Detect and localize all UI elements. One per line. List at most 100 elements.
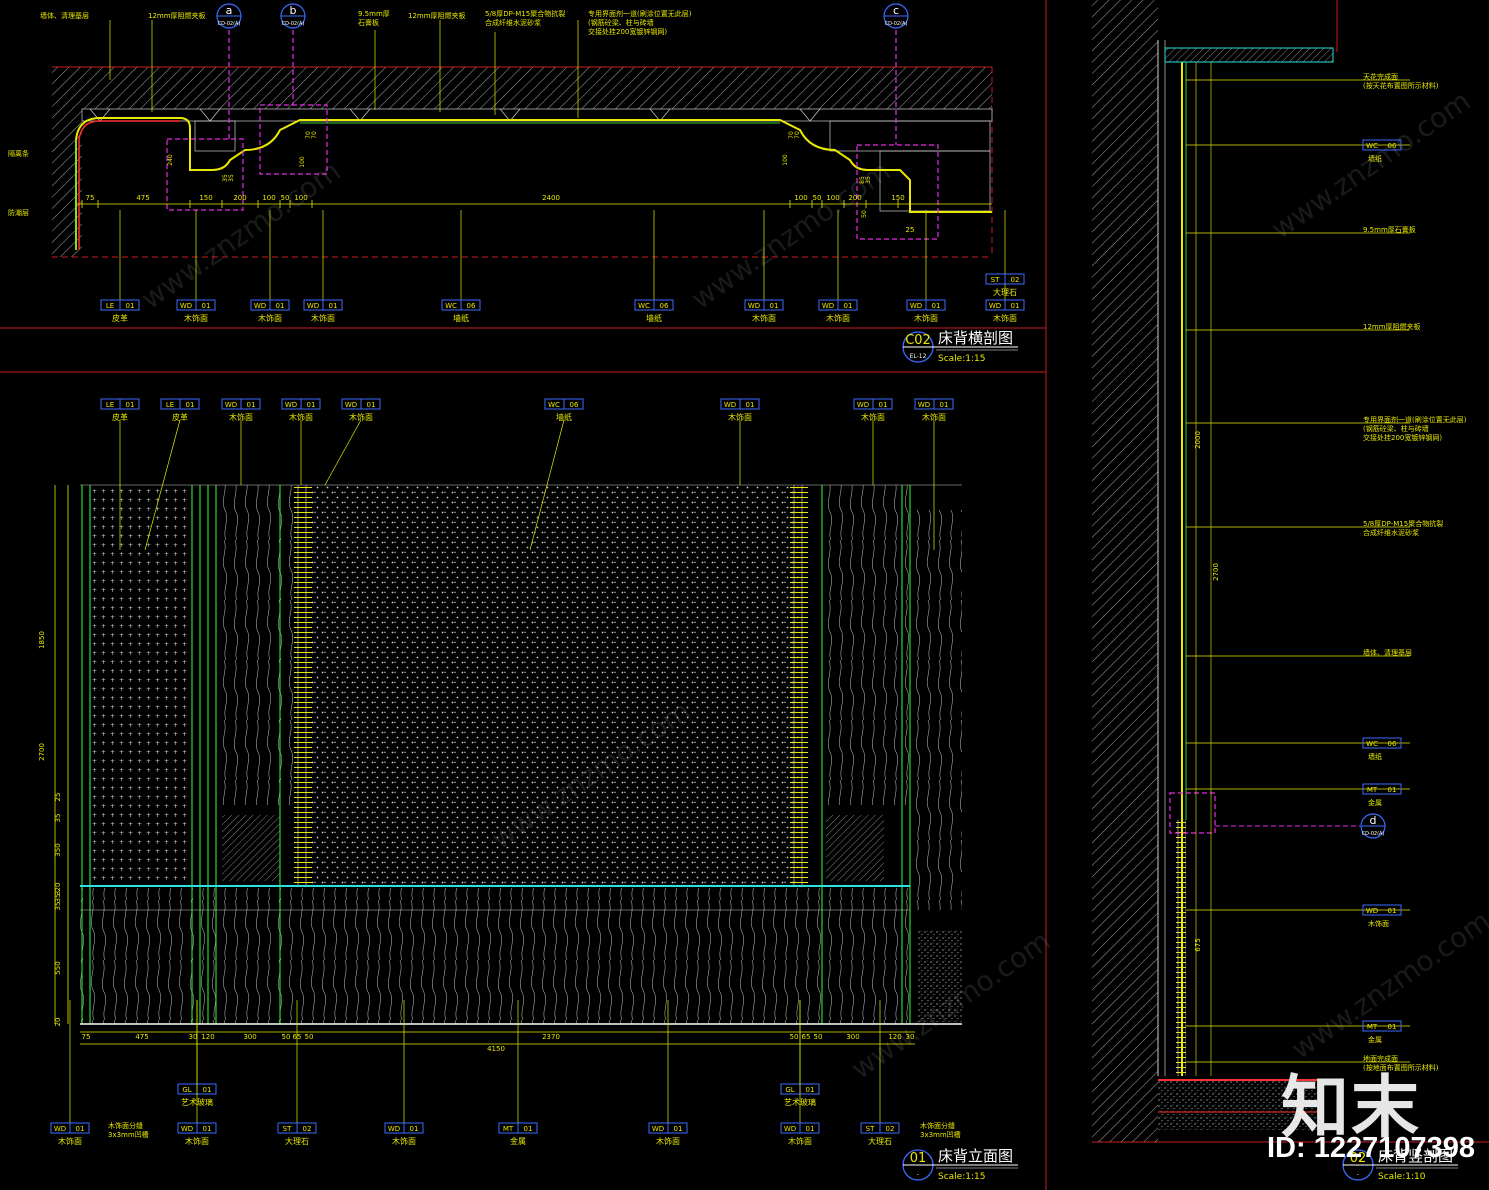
elev-bottom-tag-code: WD xyxy=(388,1125,400,1133)
elevation-title-scale: Scale:1:15 xyxy=(938,1172,985,1182)
plan-tag-num: 01 xyxy=(276,302,285,310)
plan-top-note: 交接处挂200宽镀锌钢网) xyxy=(588,27,667,36)
plan-tag-label: 墙纸 xyxy=(646,313,662,323)
plan-tag-code: LE xyxy=(106,302,114,310)
elev-vert-dim: 35 xyxy=(54,814,62,823)
section-note-code: WD xyxy=(1366,907,1378,915)
elev-top-tag-num: 01 xyxy=(879,401,888,409)
plan-section xyxy=(52,30,993,258)
elev-bottom-tag-label: 大理石 xyxy=(285,1136,309,1146)
plan-tag-code: WD xyxy=(989,302,1001,310)
elev-top-tag-code: WD xyxy=(225,401,237,409)
elev-groove-note: 3x3mm凹槽 xyxy=(108,1130,149,1139)
plan-tag-code: WD xyxy=(307,302,319,310)
headboard-lower xyxy=(80,888,910,1024)
plan-tag-code: WD xyxy=(910,302,922,310)
elev-bottom-tag-label: 木饰面 xyxy=(392,1136,416,1146)
section-note-label: 9.5mm厚石膏板 xyxy=(1363,225,1416,234)
plan-small-dim: 100 xyxy=(782,154,789,166)
section-note-label: 金属 xyxy=(1368,798,1382,807)
plan-top-note: 9.5mm厚 xyxy=(358,10,390,18)
section-note-num: 01 xyxy=(1388,786,1397,794)
plan-tag-num: 02 xyxy=(1011,276,1020,284)
wallpaper-panel xyxy=(312,485,802,885)
elev-bottom-tag-code: ST xyxy=(283,1125,292,1133)
elev-top-tag-code: WC xyxy=(548,401,560,409)
plan-tag-num: 01 xyxy=(932,302,941,310)
plan-dim-text: 2400 xyxy=(542,194,560,202)
plan-wall-hatch xyxy=(52,67,992,109)
plan-tag-num: 01 xyxy=(202,302,211,310)
plan-tag-code: ST xyxy=(991,276,1000,284)
ceiling-slab xyxy=(1164,47,1334,63)
watermark-id: ID: 1227107398 xyxy=(1267,1132,1475,1164)
elev-bottom-tag-num: 01 xyxy=(76,1125,85,1133)
elev-top-tag-num: 01 xyxy=(247,401,256,409)
leather-panel xyxy=(90,485,190,885)
plan-dim-text: 200 xyxy=(233,194,246,202)
elev-bottom-tag-label: 木饰面 xyxy=(788,1136,812,1146)
elev-bottom-tag-num: 01 xyxy=(806,1125,815,1133)
plan-tag-num: 06 xyxy=(660,302,669,310)
section-dim: 2700 xyxy=(1212,563,1220,581)
plan-tag-label: 皮革 xyxy=(112,313,128,323)
elev-bottom-dim: 75 xyxy=(82,1033,91,1041)
elev-bottom-dim: 65 xyxy=(293,1033,302,1041)
elev-total-dim: 4150 xyxy=(487,1045,505,1053)
plan-tag-label: 木饰面 xyxy=(826,313,850,323)
elev-bottom-tag-num: 02 xyxy=(303,1125,312,1133)
plan-tag-num: 01 xyxy=(1011,302,1020,310)
wood-panel-right xyxy=(822,485,910,805)
rail-right xyxy=(790,485,808,885)
plan-small-dim: 100 xyxy=(299,156,306,168)
plan-top-note: 12mm厚阻燃夹板 xyxy=(408,11,466,20)
elev-vert-dim: 2700 xyxy=(38,743,46,761)
plan-small-dim: 240 xyxy=(167,154,174,166)
plan-dim-text: 150 xyxy=(199,194,212,202)
rail-left xyxy=(294,485,312,885)
elev-top-tag-num: 06 xyxy=(570,401,579,409)
watermark-site: www.znzmo.com xyxy=(135,154,346,316)
plan-title-number: C02 xyxy=(905,333,931,348)
plan-left-note: 防潮层 xyxy=(8,208,29,217)
elev-bottom-dim: 475 xyxy=(135,1033,148,1041)
vertical-section xyxy=(1092,0,1360,1142)
niche-left xyxy=(222,815,280,881)
elev-vert-dim: 20 xyxy=(54,1018,62,1027)
plan-tag-code: WD xyxy=(748,302,760,310)
section-note-num: 01 xyxy=(1388,907,1397,915)
elevation-title-title: 床背立面图 xyxy=(938,1147,1013,1165)
section-note-label: 合成纤维水泥砂浆 xyxy=(1363,528,1419,537)
elev-bottom-dim: 50 xyxy=(305,1033,314,1041)
detail-callout-c-ref: CD-02(A) xyxy=(885,21,908,27)
elev-vert-dim: 35 xyxy=(54,894,62,903)
elev-groove-note: 木饰面分缝 xyxy=(108,1121,143,1130)
plan-tag-label: 木饰面 xyxy=(752,313,776,323)
section-note-label: 天花完成面 xyxy=(1363,72,1398,81)
watermark-site: www.znzmo.com xyxy=(1285,904,1489,1066)
plan-dim-text: 100 xyxy=(794,194,807,202)
elev-top-tag-code: LE xyxy=(106,401,114,409)
elev-vert-dim: 1850 xyxy=(38,631,46,649)
plan-top-note: 12mm厚阻燃夹板 xyxy=(148,11,206,20)
plan-tag-num: 01 xyxy=(126,302,135,310)
section-note-label: 专用界面剂一道(刷涂位置无此层) xyxy=(1363,415,1467,424)
cad-drawing: + xyxy=(0,0,1489,1190)
elev-bottom-tag-num: 01 xyxy=(203,1125,212,1133)
elevation-title-sheet: - xyxy=(917,1171,919,1178)
plan-tag-code: WD xyxy=(822,302,834,310)
plan-tag-num: 01 xyxy=(329,302,338,310)
section-note-label: 5/8厚DP-M15聚合物抗裂 xyxy=(1363,519,1443,528)
elev-bottom-dim: 65 xyxy=(802,1033,811,1041)
section-note-label: 墙纸 xyxy=(1368,752,1382,761)
elev-top-tag-code: WD xyxy=(918,401,930,409)
elev-bottom-tag-num: 01 xyxy=(410,1125,419,1133)
plan-dim-text: 475 xyxy=(136,194,149,202)
elev-bottom-dim: 300 xyxy=(846,1033,859,1041)
elev-vert-dim: 35 xyxy=(54,902,62,911)
elev-bottom-tag-code: GL xyxy=(785,1086,794,1094)
elev-top-tag-num: 01 xyxy=(186,401,195,409)
section-wall-hatch xyxy=(1092,0,1158,1142)
elev-top-tag-code: WD xyxy=(285,401,297,409)
plan-tag-label: 木饰面 xyxy=(993,313,1017,323)
